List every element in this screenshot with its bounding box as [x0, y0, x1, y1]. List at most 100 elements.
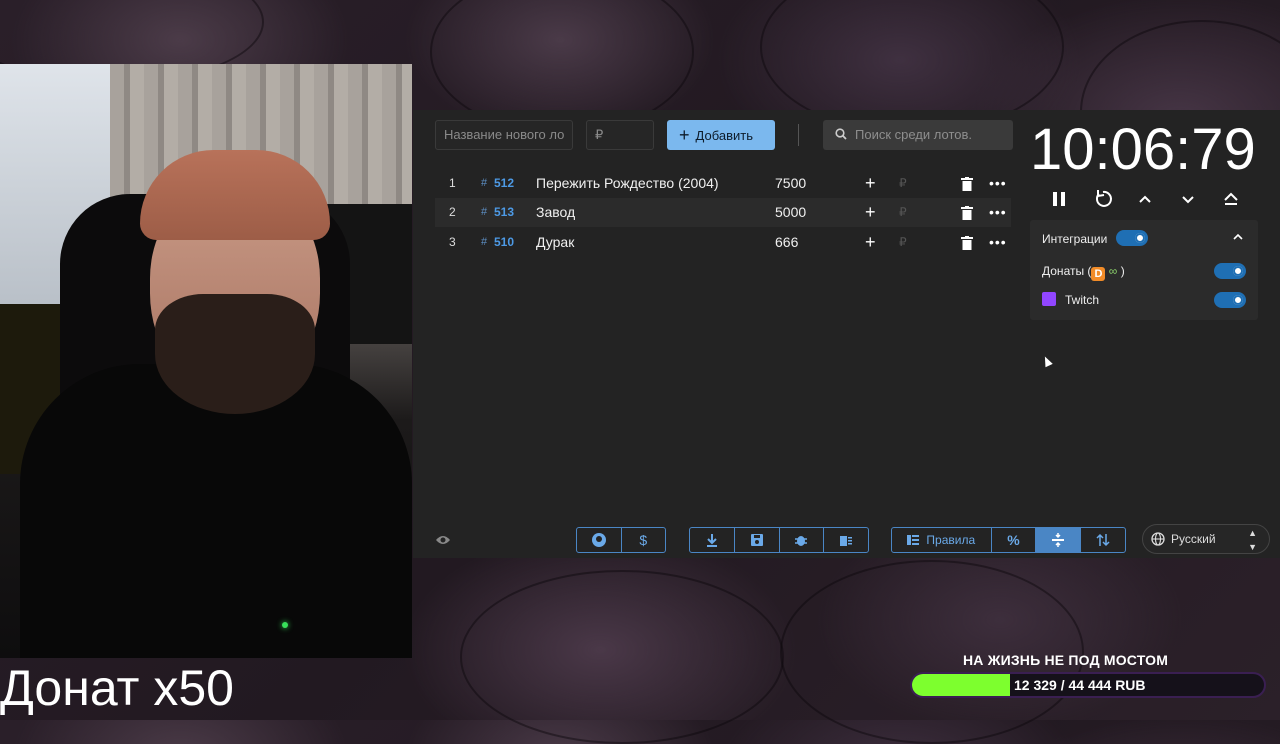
compress-icon [1052, 533, 1065, 547]
lot-index: 2 [449, 205, 456, 219]
goal-progress-fill [912, 674, 1010, 696]
integrations-panel: Интеграции Донаты (D ∞ ) Twitch [1030, 220, 1258, 320]
rules-icon [907, 535, 920, 545]
github-icon [591, 533, 606, 547]
language-select[interactable]: Русский ▲ ▼ [1142, 524, 1270, 554]
auction-timer: 10:06:79 [1030, 117, 1256, 182]
lot-id[interactable]: 510 [494, 228, 514, 257]
donate-button[interactable]: $ [622, 528, 666, 552]
lot-id[interactable]: 512 [494, 169, 514, 198]
sort-button[interactable] [1081, 528, 1125, 552]
dollar-icon: $ [639, 532, 648, 548]
donations-toggle[interactable] [1214, 263, 1246, 279]
lot-name[interactable]: Пережить Рождество (2004) [536, 169, 719, 198]
download-icon [706, 534, 717, 547]
lot-amount[interactable]: 666 [775, 228, 798, 257]
language-value: Русский [1171, 532, 1216, 546]
globe-icon [1151, 532, 1165, 546]
trash-icon [961, 177, 973, 191]
add-amount-button[interactable]: + [865, 169, 876, 198]
search-placeholder: Поиск среди лотов. [855, 127, 972, 142]
donations-label: Донаты (D ∞ ) [1042, 264, 1125, 281]
donationalerts-icon: D [1091, 267, 1106, 281]
chevron-down-icon [1182, 196, 1194, 204]
rules-button[interactable]: Правила [892, 528, 992, 552]
add-amount-button[interactable]: + [865, 228, 876, 257]
rules-label: Правила [926, 533, 976, 547]
infinity-icon: ∞ [1108, 264, 1118, 278]
currency-input[interactable]: ₽ [899, 169, 907, 198]
lot-row: 3 # 510 Дурак 666 + ₽ ••• [435, 228, 1011, 257]
increase-time-button[interactable] [1132, 188, 1158, 210]
currency-input[interactable]: ₽ [899, 228, 907, 257]
compact-view-button[interactable] [1036, 528, 1082, 552]
view-button-group: Правила % [891, 527, 1126, 553]
lot-amount-input[interactable]: ₽ [586, 120, 654, 150]
save-button[interactable] [735, 528, 780, 552]
trash-icon [961, 236, 973, 250]
delete-lot-button[interactable] [961, 169, 973, 201]
twitch-icon [1042, 292, 1056, 306]
hash-icon: # [481, 236, 488, 248]
sort-icon [1096, 533, 1110, 547]
lot-row: 1 # 512 Пережить Рождество (2004) 7500 +… [435, 169, 1011, 198]
divider [798, 124, 799, 146]
more-options-button[interactable]: ••• [989, 169, 1007, 198]
goal-title: НА ЖИЗНЬ НЕ ПОД МОСТОМ [963, 652, 1169, 668]
links-button-group: $ [576, 527, 666, 553]
more-options-button[interactable]: ••• [989, 198, 1007, 227]
chevron-up-icon [1139, 195, 1151, 203]
donation-multiplier-caption: Донат x50 [0, 660, 234, 716]
hash-icon: # [481, 206, 488, 218]
add-amount-button[interactable]: + [865, 198, 876, 227]
lot-name-input[interactable]: Название нового ло [435, 120, 573, 150]
lot-search-input[interactable]: Поиск среди лотов. [823, 120, 1013, 150]
percent-button[interactable]: % [992, 528, 1037, 552]
decrease-time-button[interactable] [1175, 188, 1201, 210]
delete-lot-button[interactable] [961, 198, 973, 230]
plus-icon: + [679, 125, 690, 145]
chevron-up-icon[interactable] [1232, 232, 1244, 242]
goal-progress-bar: 12 329 / 44 444 RUB [910, 672, 1266, 698]
debug-button[interactable] [780, 528, 825, 552]
eye-icon[interactable] [435, 534, 451, 546]
double-time-button[interactable] [1218, 188, 1244, 210]
lot-row: 2 # 513 Завод 5000 + ₽ ••• [435, 198, 1011, 227]
background-petal [460, 570, 784, 744]
delete-sweep-icon [840, 536, 853, 546]
clear-all-button[interactable] [824, 528, 868, 552]
bug-icon [795, 536, 808, 546]
delete-lot-button[interactable] [961, 228, 973, 260]
currency-input[interactable]: ₽ [899, 198, 907, 227]
restart-icon [1096, 190, 1112, 207]
goal-progress-text: 12 329 / 44 444 RUB [1014, 677, 1146, 693]
pause-icon [1053, 192, 1065, 206]
lot-amount[interactable]: 7500 [775, 169, 806, 198]
integrations-toggle[interactable] [1116, 230, 1148, 246]
webcam-feed [0, 64, 412, 658]
more-options-button[interactable]: ••• [989, 228, 1007, 257]
save-icon [750, 534, 763, 546]
github-button[interactable] [577, 528, 622, 552]
download-button[interactable] [690, 528, 735, 552]
integrations-title: Интеграции [1042, 232, 1108, 246]
hash-icon: # [481, 177, 488, 189]
trash-icon [961, 206, 973, 220]
eject-icon [1224, 192, 1238, 205]
twitch-label: Twitch [1065, 293, 1100, 307]
add-lot-button[interactable]: + Добавить [667, 120, 775, 150]
donations-label-close: ) [1120, 264, 1125, 278]
lot-index: 1 [449, 176, 456, 190]
lot-amount[interactable]: 5000 [775, 198, 806, 227]
auction-panel: Название нового ло ₽ + Добавить Поиск сре… [413, 110, 1280, 558]
lot-id[interactable]: 513 [494, 198, 514, 227]
twitch-toggle[interactable] [1214, 292, 1246, 308]
search-icon [835, 128, 847, 140]
add-lot-label: Добавить [695, 128, 753, 143]
lot-name[interactable]: Дурак [536, 228, 574, 257]
lot-name[interactable]: Завод [536, 198, 575, 227]
pause-button[interactable] [1046, 188, 1072, 210]
restart-button[interactable] [1090, 188, 1116, 210]
donations-label-text: Донаты ( [1042, 264, 1092, 278]
lot-index: 3 [449, 235, 456, 249]
